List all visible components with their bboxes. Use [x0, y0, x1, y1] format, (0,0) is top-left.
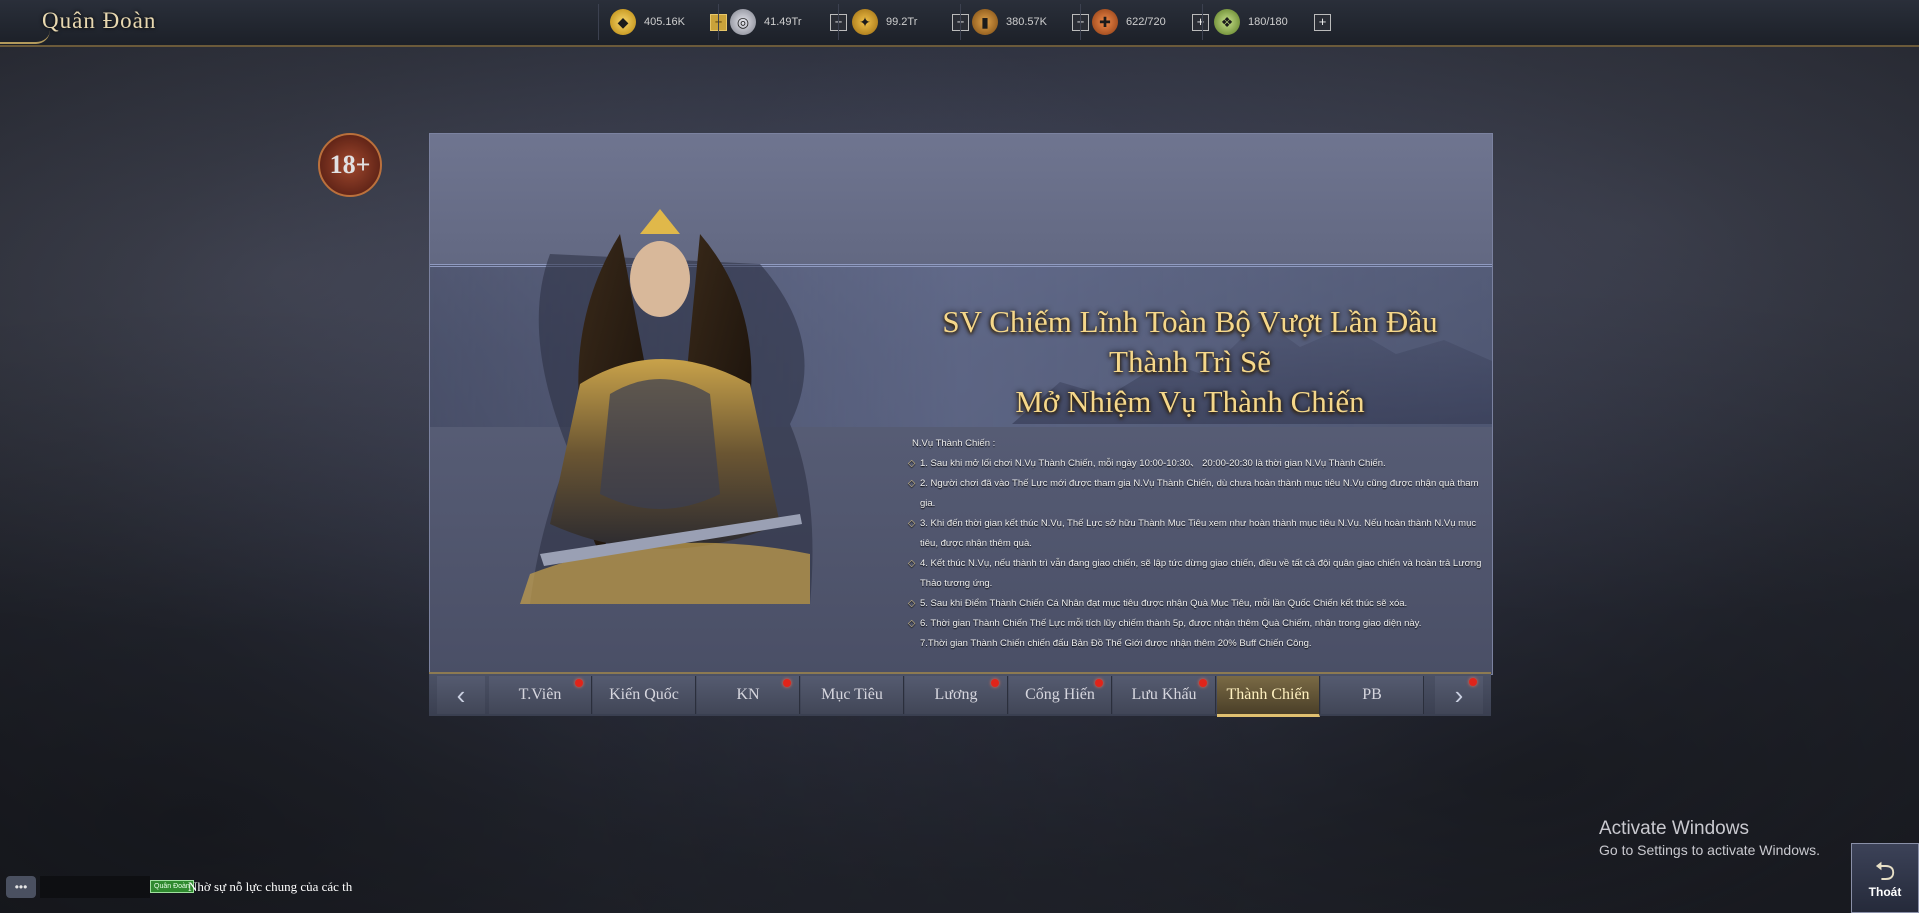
top-resource-bar: Quân Đoàn ◆ 405.16K + ◎ 41.49Tr + ✦ 99.2… — [0, 0, 1919, 47]
chat-icon[interactable]: ••• — [6, 876, 36, 898]
age-rating-badge: 18+ — [318, 133, 382, 197]
tab-cong-hien[interactable]: Cống Hiến — [1009, 676, 1112, 714]
watermark-line2: Go to Settings to activate Windows. — [1599, 842, 1820, 858]
chat-message[interactable]: Nhờ sự nỗ lực chung của các th — [188, 879, 352, 895]
watermark-line1: Activate Windows — [1599, 818, 1749, 839]
event-heading: SV Chiếm Lĩnh Toàn Bộ Vượt Lần Đầu Thành… — [940, 302, 1440, 422]
chat-bar[interactable] — [40, 876, 150, 898]
tab-thanh-chien[interactable]: Thành Chiến — [1217, 676, 1320, 717]
silver-coin-icon: ◎ — [730, 9, 756, 35]
tab-luu-khau[interactable]: Lưu Khấu — [1113, 676, 1216, 714]
resource-grain: ✦ 99.2Tr + — [852, 8, 969, 36]
rule-item: ◇ 2. Người chơi đã vào Thế Lực mới được t… — [908, 474, 1488, 514]
tab-next-label: › — [1454, 679, 1464, 710]
tab-kn[interactable]: KN — [697, 676, 800, 714]
event-rules: N.Vụ Thành Chiến : ◇ 1. Sau khi mở lối ch… — [908, 434, 1488, 654]
resource-scroll-value: 622/720 — [1126, 16, 1166, 28]
stamina-icon: ❖ — [1214, 9, 1240, 35]
resource-gold: ◆ 405.16K + — [610, 8, 727, 36]
wood-icon: ▮ — [972, 9, 998, 35]
gold-ingot-icon: ◆ — [610, 9, 636, 35]
rule-item: ◇ 4. Kết thúc N.Vụ, nếu thành trì vẫn đan… — [908, 554, 1488, 594]
rules-title: N.Vụ Thành Chiến : — [912, 438, 996, 449]
resource-grain-value: 99.2Tr — [886, 16, 918, 28]
exit-label: Thoát — [1868, 885, 1902, 899]
event-heading-line1: SV Chiếm Lĩnh Toàn Bộ Vượt Lần Đầu Thành… — [942, 304, 1438, 379]
add-scroll-button[interactable]: + — [1192, 13, 1209, 31]
rule-item: ◇ 5. Sau khi Điểm Thành Chiến Cá Nhân đạt… — [908, 594, 1488, 614]
tab-label: Kiến Quốc — [609, 686, 679, 703]
notification-dot — [991, 679, 999, 687]
tab-member[interactable]: T.Viên — [489, 676, 592, 714]
return-arrow-icon: ⮌ — [1874, 856, 1896, 886]
tab-label: Thành Chiến — [1226, 686, 1310, 703]
notification-dot — [1095, 679, 1103, 687]
resource-silver: ◎ 41.49Tr + — [730, 8, 847, 36]
resource-stamina: ❖ 180/180 + — [1214, 8, 1331, 36]
resource-silver-value: 41.49Tr — [764, 16, 802, 28]
notification-dot — [575, 679, 583, 687]
rule-text: 3. Khi đến thời gian kết thúc N.Vụ, Thế … — [920, 518, 1477, 549]
rule-item: ◇ 6. Thời gian Thành Chiến Thế Lực mỗi tí… — [908, 614, 1488, 634]
tab-label: Lương — [934, 686, 978, 703]
rule-text: 1. Sau khi mở lối chơi N.Vụ Thành Chiến,… — [920, 458, 1386, 469]
notification-dot — [1469, 678, 1477, 686]
tab-label: Cống Hiến — [1025, 686, 1095, 703]
exit-button[interactable]: ⮌ Thoát — [1851, 843, 1919, 913]
windows-activation-watermark: Activate Windows Go to Settings to activ… — [1599, 818, 1820, 858]
event-heading-line2: Mở Nhiệm Vụ Thành Chiến — [1015, 384, 1365, 419]
resource-divider — [960, 4, 961, 40]
resource-scroll: ✚ 622/720 + — [1092, 8, 1209, 36]
grain-icon: ✦ — [852, 9, 878, 35]
notification-dot — [783, 679, 791, 687]
resource-divider — [838, 4, 839, 40]
page-title: Quân Đoàn — [42, 8, 157, 33]
tab-next-arrow[interactable]: › — [1435, 676, 1483, 714]
tab-label: T.Viên — [518, 686, 562, 703]
rule-text: 4. Kết thúc N.Vụ, nếu thành trì vẫn đang… — [920, 558, 1482, 589]
tab-label: PB — [1362, 686, 1382, 703]
tab-luong[interactable]: Lương — [905, 676, 1008, 714]
tab-prev-arrow[interactable]: ‹ — [437, 676, 485, 714]
tab-pb[interactable]: PB — [1321, 676, 1424, 714]
rule-item: ◇ 3. Khi đến thời gian kết thúc N.Vụ, Thế… — [908, 514, 1488, 554]
general-hero-illustration — [520, 209, 813, 604]
tab-kien-quoc[interactable]: Kiến Quốc — [593, 676, 696, 714]
rule-text: 2. Người chơi đã vào Thế Lực mới được th… — [920, 478, 1479, 509]
scroll-icon: ✚ — [1092, 9, 1118, 35]
rule-item: ◇ 1. Sau khi mở lối chơi N.Vụ Thành Chiến… — [908, 454, 1488, 474]
tab-label: Mục Tiêu — [821, 686, 883, 703]
rule-text: 5. Sau khi Điểm Thành Chiến Cá Nhân đạt … — [920, 598, 1408, 609]
rule-item: 7.Thời gian Thành Chiến chiến đấu Bản Đồ… — [908, 634, 1488, 654]
rule-text: 6. Thời gian Thành Chiến Thế Lực mỗi tíc… — [920, 618, 1422, 629]
tab-label: Lưu Khấu — [1131, 686, 1197, 703]
tab-muc-tieu[interactable]: Mục Tiêu — [801, 676, 904, 714]
notification-dot — [1199, 679, 1207, 687]
resource-divider — [1202, 4, 1203, 40]
add-stamina-button[interactable]: + — [1314, 13, 1331, 31]
tab-bar: ‹ T.Viên Kiến Quốc KN Mục Tiêu Lương Cốn… — [429, 672, 1491, 717]
resource-gold-value: 405.16K — [644, 16, 685, 28]
resource-divider — [718, 4, 719, 40]
tab-label: KN — [736, 686, 760, 703]
resource-divider — [598, 4, 599, 40]
resource-wood-value: 380.57K — [1006, 16, 1047, 28]
resource-divider — [1080, 4, 1081, 40]
rule-text: 7.Thời gian Thành Chiến chiến đấu Bản Đồ… — [920, 638, 1312, 649]
resource-stamina-value: 180/180 — [1248, 16, 1288, 28]
event-panel: SV Chiếm Lĩnh Toàn Bộ Vượt Lần Đầu Thành… — [429, 133, 1493, 675]
resource-wood: ▮ 380.57K + — [972, 8, 1089, 36]
